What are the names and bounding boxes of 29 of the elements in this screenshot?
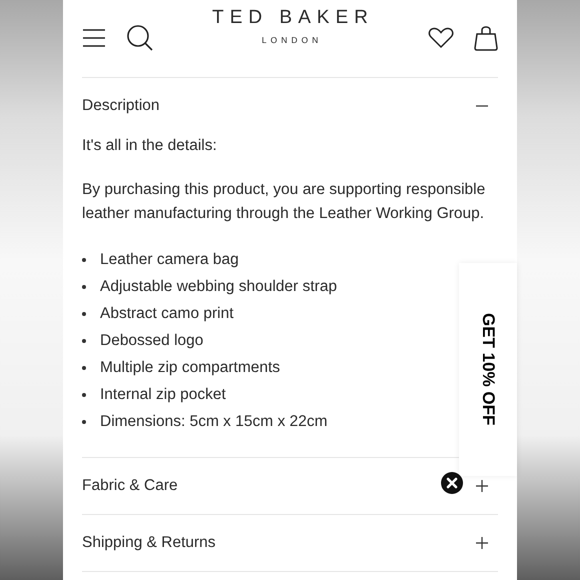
plus-icon[interactable] [476, 537, 488, 549]
bullet-icon [82, 366, 86, 370]
bullet-icon [82, 392, 86, 396]
list-item-text: Dimensions: 5cm x 15cm x 22cm [100, 412, 328, 430]
search-icon[interactable] [126, 24, 154, 52]
brand-subtitle: LONDON [262, 34, 322, 44]
accordion-header[interactable]: Fabric & Care [82, 458, 498, 514]
menu-icon[interactable] [82, 28, 106, 48]
list-item-text: Leather camera bag [100, 250, 239, 268]
list-item-text: Multiple zip compartments [100, 358, 280, 376]
description-paragraph: By purchasing this product, you are supporting responsible leather manufacturing through the Leather Working Group. [82, 180, 486, 224]
bullet-icon [82, 420, 86, 424]
bullet-icon [82, 284, 86, 288]
plus-icon[interactable] [476, 480, 488, 492]
list-item-text: Internal zip pocket [100, 386, 226, 404]
bullet-icon [82, 312, 86, 316]
bullet-icon [82, 258, 86, 262]
accordion-header[interactable]: Description [82, 78, 498, 134]
bullet-icon [82, 338, 86, 342]
accordion-header[interactable]: Shipping & Returns [82, 515, 498, 571]
intro-text: It's all in the details: [82, 136, 218, 156]
heart-icon[interactable] [428, 26, 454, 48]
list-item-text: Debossed logo [100, 332, 204, 350]
list-item-text: Adjustable webbing shoulder strap [100, 278, 337, 296]
list-item-text: Abstract camo print [100, 304, 234, 322]
close-icon[interactable] [441, 472, 463, 494]
brand-logo[interactable]: TED BAKER [212, 6, 374, 28]
shopping-bag-icon[interactable] [474, 24, 498, 50]
promo-tab[interactable]: GET 10% OFF [459, 263, 517, 476]
